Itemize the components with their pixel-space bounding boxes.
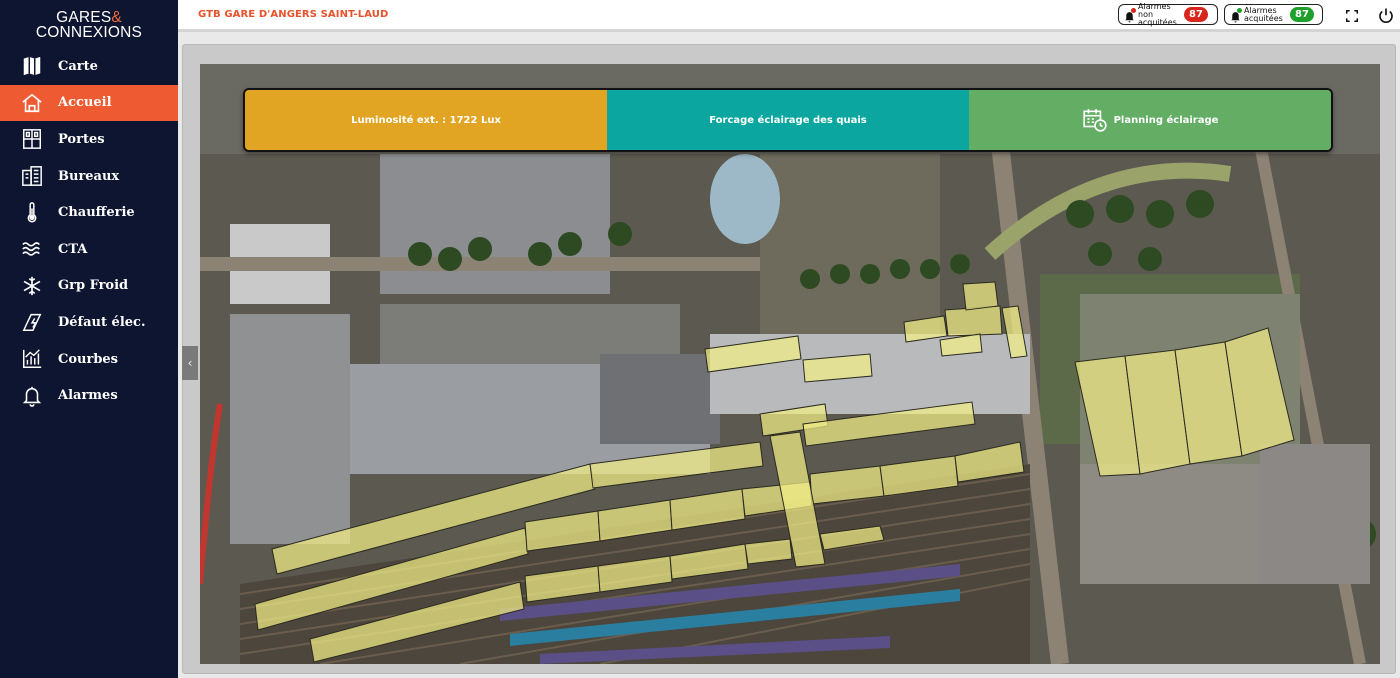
sidebar-item-label: Alarmes	[58, 388, 118, 404]
sidebar-item-label: Portes	[58, 131, 105, 147]
sidebar-item-label: Chaufferie	[58, 205, 135, 221]
sidebar-item-label: Courbes	[58, 351, 118, 367]
logo-text-connexions: CONNEXIONS	[35, 24, 143, 41]
lighting-zone[interactable]	[744, 538, 793, 565]
chart-icon	[20, 347, 44, 371]
bell-alert-icon	[1123, 8, 1136, 23]
air-waves-icon	[20, 237, 44, 261]
sidebar-item-bureaux[interactable]: Bureaux	[0, 158, 178, 195]
map-icon	[20, 54, 44, 78]
sidebar-item-carte[interactable]: Carte	[0, 48, 178, 85]
home-icon	[20, 91, 44, 115]
sidebar-item-label: Accueil	[58, 95, 112, 111]
logo[interactable]: GARES& CONNEXIONS	[0, 0, 178, 48]
power-icon[interactable]	[1376, 6, 1396, 26]
office-icon	[20, 164, 44, 188]
sidebar: GARES& CONNEXIONS Carte Accueil Portes B…	[0, 0, 178, 678]
page-title: GTB GARE D'ANGERS SAINT-LAUD	[198, 9, 389, 20]
snowflake-icon	[20, 274, 44, 298]
lighting-zone[interactable]	[962, 281, 999, 311]
top-bar: GTB GARE D'ANGERS SAINT-LAUD Alarmes non…	[178, 0, 1400, 32]
chevron-left-icon: ‹	[187, 356, 193, 370]
lighting-control-bar: Luminosité ext. : 1722 Lux Forcage éclai…	[243, 88, 1333, 152]
thermometer-icon	[20, 201, 44, 225]
sidebar-item-grp-froid[interactable]: Grp Froid	[0, 268, 178, 305]
door-icon	[20, 127, 44, 151]
lighting-schedule-button[interactable]: Planning éclairage	[969, 90, 1331, 150]
sidebar-item-label: CTA	[58, 241, 88, 257]
electric-fault-icon	[20, 310, 44, 334]
sidebar-item-alarmes[interactable]: Alarmes	[0, 377, 178, 414]
alarm-label-line2: acquitées	[1244, 13, 1283, 23]
acknowledged-alarm-count: 87	[1290, 7, 1314, 22]
acknowledged-alarms-button[interactable]: Alarmes acquitées 87	[1224, 4, 1323, 25]
sidebar-item-label: Défaut élec.	[58, 314, 146, 330]
sidebar-item-courbes[interactable]: Courbes	[0, 341, 178, 378]
luminosity-display: Luminosité ext. : 1722 Lux	[245, 90, 607, 150]
alarm-label-line2: acquitées	[1138, 17, 1177, 27]
sidebar-item-defaut-elec[interactable]: Défaut élec.	[0, 304, 178, 341]
fullscreen-icon[interactable]	[1342, 6, 1362, 26]
bell-icon	[20, 384, 44, 408]
sidebar-item-label: Carte	[58, 58, 98, 74]
collapse-sidebar-button[interactable]: ‹	[182, 346, 198, 380]
station-aerial-map	[200, 64, 1380, 664]
schedule-label: Planning éclairage	[1113, 114, 1219, 126]
forcing-label: Forcage éclairage des quais	[709, 114, 867, 126]
sidebar-item-chaufferie[interactable]: Chaufferie	[0, 194, 178, 231]
map-drawing	[200, 64, 1380, 664]
sidebar-item-accueil[interactable]: Accueil	[0, 84, 178, 122]
sidebar-item-label: Bureaux	[58, 168, 120, 184]
unacknowledged-alarm-count: 87	[1184, 7, 1208, 22]
sidebar-item-portes[interactable]: Portes	[0, 121, 178, 158]
platform-lighting-force-button[interactable]: Forcage éclairage des quais	[607, 90, 969, 150]
alert-dot	[1131, 8, 1136, 13]
alarm-label-line1: Alarmes non	[1138, 1, 1171, 19]
luminosity-label: Luminosité ext. : 1722 Lux	[351, 114, 501, 126]
bell-check-icon	[1229, 8, 1242, 23]
sidebar-item-cta[interactable]: CTA	[0, 231, 178, 268]
sidebar-item-label: Grp Froid	[58, 278, 129, 294]
lighting-zone[interactable]	[944, 305, 1003, 337]
unacknowledged-alarms-button[interactable]: Alarmes non acquitées 87	[1118, 1, 1218, 27]
sidebar-nav: Carte Accueil Portes Bureaux Chaufferie	[0, 48, 178, 414]
calendar-clock-icon	[1082, 109, 1107, 132]
ok-dot	[1237, 8, 1242, 13]
